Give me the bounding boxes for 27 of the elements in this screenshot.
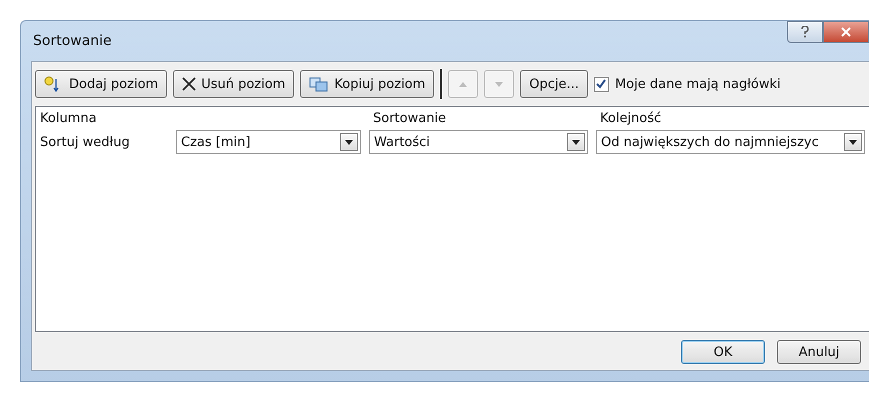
down-arrow-icon xyxy=(493,80,506,88)
copy-icon xyxy=(309,76,330,92)
dropdown-arrow-icon xyxy=(849,140,857,144)
toolbar-button[interactable]: Kopiuj poziom xyxy=(300,70,434,98)
column-header: Kolumna xyxy=(39,110,98,126)
toolbar-button[interactable]: Dodaj poziom xyxy=(35,70,168,98)
checkbox[interactable] xyxy=(594,76,609,92)
column-header: Sortowanie xyxy=(372,110,448,126)
dropdown[interactable]: Czas [min] xyxy=(176,130,361,154)
dropdown-arrow-icon xyxy=(572,140,580,144)
checkbox-label: Moje dane mają nagłówki xyxy=(614,76,781,92)
column-header: Kolejność xyxy=(599,110,662,126)
options-button[interactable]: Opcje... xyxy=(520,70,588,98)
dialog-button[interactable]: Anuluj xyxy=(777,340,861,364)
dropdown[interactable]: Wartości xyxy=(369,130,588,154)
dropdown[interactable]: Od największych do najmniejszyc xyxy=(596,130,865,154)
up-arrow-icon xyxy=(457,80,470,88)
help-icon xyxy=(801,26,809,38)
help-button[interactable] xyxy=(787,21,823,43)
row-label: Sortuj według xyxy=(39,134,131,150)
toolbar-button[interactable]: Usuń poziom xyxy=(173,70,294,98)
close-button[interactable] xyxy=(823,21,869,43)
close-icon xyxy=(182,77,196,91)
dialog-button[interactable]: OK xyxy=(681,340,765,364)
dropdown-arrow-icon xyxy=(345,140,353,144)
window-title: Sortowanie xyxy=(32,33,112,49)
close-icon xyxy=(841,27,851,37)
